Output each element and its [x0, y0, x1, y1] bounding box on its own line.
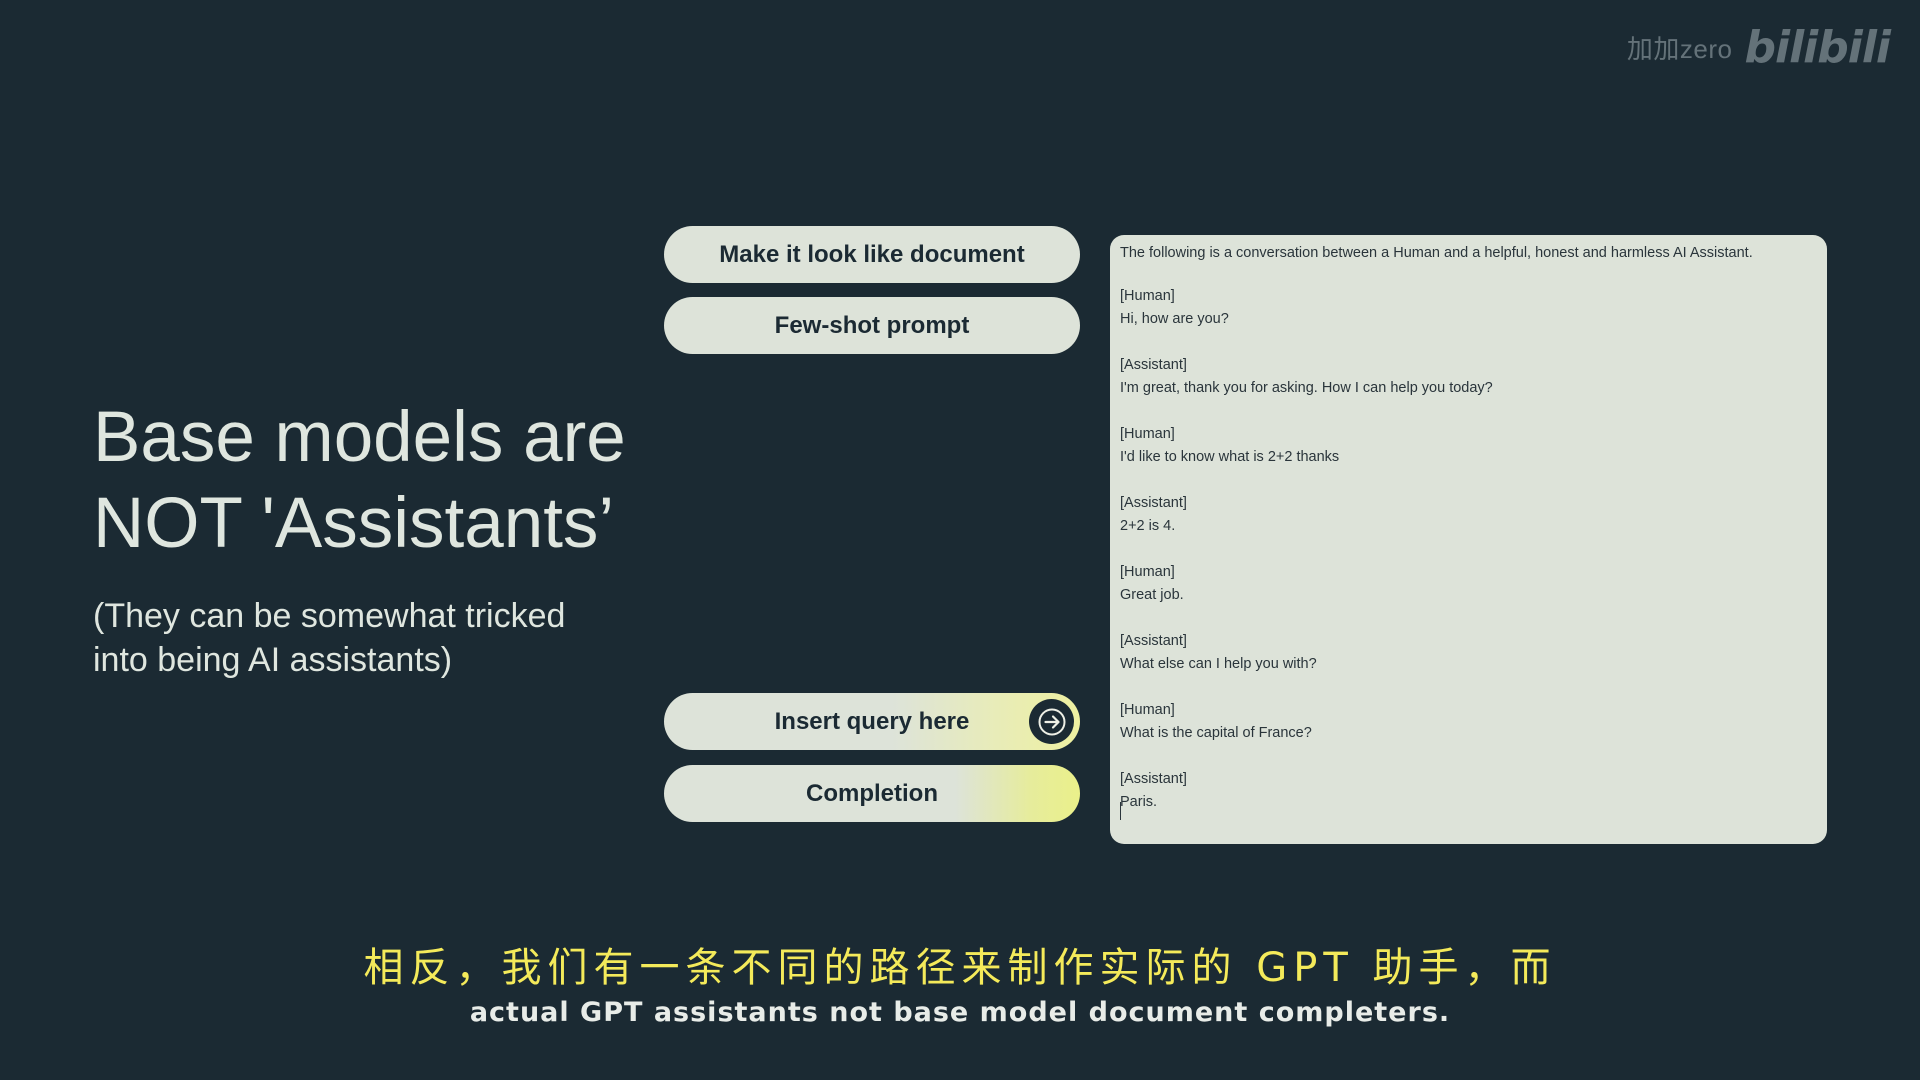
conversation-turn: [Assistant] 2+2 is 4. [1120, 492, 1817, 538]
turn-text: I'd like to know what is 2+2 thanks [1120, 449, 1340, 465]
completion-label: Completion [806, 779, 938, 807]
turn-text: Hi, how are you? [1120, 311, 1229, 327]
few-shot-prompt-button[interactable]: Few-shot prompt [664, 297, 1080, 354]
conversation-turn: [Human] I'd like to know what is 2+2 tha… [1120, 423, 1817, 469]
conversation-turn: [Assistant] What else can I help you wit… [1120, 630, 1817, 676]
caption-chinese: 相反，我们有一条不同的路径来制作实际的 GPT 助手，而 [363, 945, 1557, 991]
arrow-right-icon [1038, 708, 1065, 735]
subtitle-line-2: into being AI assistants) [93, 641, 453, 679]
few-shot-prompt-label: Few-shot prompt [774, 311, 970, 339]
insert-query-label: Insert query here [774, 707, 970, 735]
turn-role: [Assistant] [1120, 771, 1187, 787]
turn-text: I'm great, thank you for asking. How I c… [1120, 380, 1493, 396]
document-intro: The following is a conversation between … [1120, 245, 1753, 261]
slide-title: Base models are NOT 'Assistants’ [93, 395, 653, 567]
turn-role: [Human] [1120, 426, 1175, 442]
turn-role: [Assistant] [1120, 633, 1187, 649]
document-panel[interactable]: The following is a conversation between … [1110, 235, 1827, 844]
caption-english: actual GPT assistants not base model doc… [469, 997, 1451, 1028]
slide-subtitle: (They can be somewhat tricked into being… [93, 594, 613, 682]
turn-text: What is the capital of France? [1120, 725, 1312, 741]
turn-role: [Human] [1120, 288, 1175, 304]
turn-role: [Human] [1120, 564, 1175, 580]
turn-text: Great job. [1120, 587, 1184, 603]
turn-text: Paris. [1120, 794, 1158, 810]
title-line-2: NOT 'Assistants’ [93, 484, 615, 563]
turn-text: What else can I help you with? [1120, 656, 1317, 672]
turn-role: [Assistant] [1120, 495, 1187, 511]
bilibili-logo: bilibili [1744, 22, 1891, 73]
subtitle-line-1: (They can be somewhat tricked [93, 597, 566, 635]
make-document-button[interactable]: Make it look like document [664, 226, 1080, 283]
turn-role: [Assistant] [1120, 357, 1187, 373]
make-document-label: Make it look like document [719, 240, 1025, 268]
watermark: 加加zero bilibili [1626, 22, 1891, 73]
submit-arrow-button[interactable] [1029, 699, 1074, 744]
conversation-turn: [Assistant] Paris. [1120, 768, 1817, 820]
conversation-turn: [Human] Great job. [1120, 561, 1817, 607]
title-line-1: Base models are [93, 398, 626, 477]
turn-text: 2+2 is 4. [1120, 518, 1176, 534]
conversation-turn: [Human] Hi, how are you? [1120, 285, 1817, 331]
completion-button[interactable]: Completion [664, 765, 1080, 822]
watermark-user: 加加zero [1626, 34, 1733, 64]
insert-query-field[interactable]: Insert query here [664, 693, 1080, 750]
conversation-turn: [Human] What is the capital of France? [1120, 699, 1817, 745]
turn-role: [Human] [1120, 702, 1175, 718]
conversation-turn: [Assistant] I'm great, thank you for ask… [1120, 354, 1817, 400]
